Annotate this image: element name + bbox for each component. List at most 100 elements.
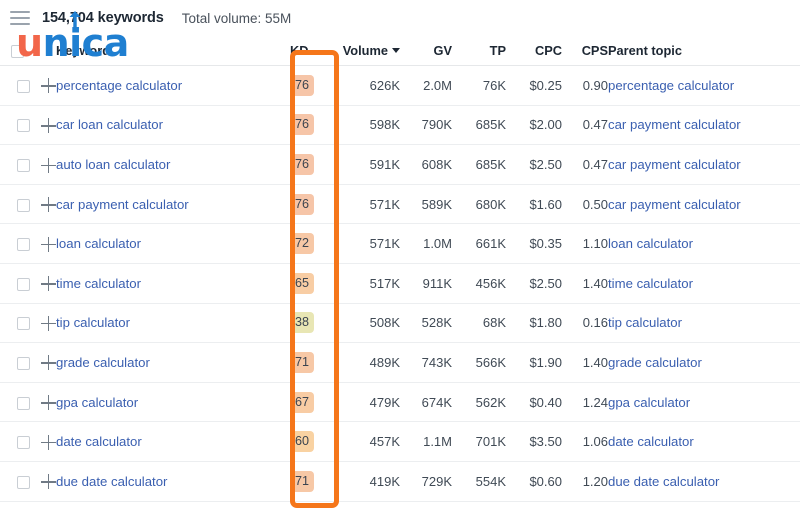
plus-icon[interactable] xyxy=(41,276,56,291)
row-checkbox[interactable] xyxy=(17,159,30,172)
plus-icon[interactable] xyxy=(41,395,56,410)
plus-icon[interactable] xyxy=(41,197,56,212)
table-row[interactable]: grade calculator71489K743K566K$1.901.40g… xyxy=(0,343,800,383)
gv-cell: 589K xyxy=(400,184,452,224)
kd-cell: 72 xyxy=(290,224,338,264)
row-checkbox[interactable] xyxy=(17,119,30,132)
cpc-cell: $3.50 xyxy=(506,422,562,462)
keyword-cell: grade calculator xyxy=(56,343,290,383)
keyword-cell: auto loan calculator xyxy=(56,145,290,185)
column-header-keyword[interactable]: Keyword xyxy=(56,36,290,66)
column-header-parent-topic[interactable]: Parent topic xyxy=(608,36,800,66)
row-select-cell xyxy=(0,422,30,462)
keyword-cell: time calculator xyxy=(56,263,290,303)
keyword-link[interactable]: gpa calculator xyxy=(56,395,138,410)
plus-icon[interactable] xyxy=(41,435,56,450)
tp-cell: 680K xyxy=(452,184,506,224)
parent-topic-cell: time calculator xyxy=(608,263,800,303)
plus-icon[interactable] xyxy=(41,237,56,252)
table-row[interactable]: gpa calculator67479K674K562K$0.401.24gpa… xyxy=(0,382,800,422)
parent-topic-link[interactable]: car payment calculator xyxy=(608,117,741,132)
parent-topic-link[interactable]: due date calculator xyxy=(608,474,719,489)
row-checkbox[interactable] xyxy=(17,397,30,410)
keyword-link[interactable]: date calculator xyxy=(56,434,142,449)
tp-cell: 701K xyxy=(452,422,506,462)
row-checkbox[interactable] xyxy=(17,278,30,291)
cps-cell: 0.16 xyxy=(562,303,608,343)
keyword-link[interactable]: time calculator xyxy=(56,276,141,291)
parent-topic-link[interactable]: car payment calculator xyxy=(608,197,741,212)
plus-icon[interactable] xyxy=(41,316,56,331)
keyword-link[interactable]: loan calculator xyxy=(56,236,141,251)
table-row[interactable]: auto loan calculator76591K608K685K$2.500… xyxy=(0,145,800,185)
cps-cell: 0.50 xyxy=(562,184,608,224)
parent-topic-cell: car payment calculator xyxy=(608,145,800,185)
keyword-link[interactable]: car payment calculator xyxy=(56,197,189,212)
table-row[interactable]: due date calculator71419K729K554K$0.601.… xyxy=(0,461,800,501)
select-all-header xyxy=(0,36,30,66)
row-checkbox[interactable] xyxy=(17,436,30,449)
plus-icon[interactable] xyxy=(41,158,56,173)
row-checkbox[interactable] xyxy=(17,476,30,489)
keywords-table: Keyword KD Volume GV TP CPC CPS Parent t… xyxy=(0,36,800,502)
plus-icon[interactable] xyxy=(41,118,56,133)
row-select-cell xyxy=(0,145,30,185)
row-checkbox[interactable] xyxy=(17,199,30,212)
keyword-link[interactable]: car loan calculator xyxy=(56,117,163,132)
table-row[interactable]: tip calculator38508K528K68K$1.800.16tip … xyxy=(0,303,800,343)
table-row[interactable]: car loan calculator76598K790K685K$2.000.… xyxy=(0,105,800,145)
keyword-link[interactable]: grade calculator xyxy=(56,355,150,370)
parent-topic-link[interactable]: grade calculator xyxy=(608,355,702,370)
hamburger-line xyxy=(10,11,30,13)
sort-desc-caret-icon[interactable] xyxy=(392,48,400,53)
keyword-cell: due date calculator xyxy=(56,461,290,501)
column-header-volume[interactable]: Volume xyxy=(338,36,400,66)
cpc-cell: $1.90 xyxy=(506,343,562,383)
keyword-link[interactable]: due date calculator xyxy=(56,474,167,489)
kd-badge: 76 xyxy=(290,194,314,215)
kd-badge: 65 xyxy=(290,273,314,294)
parent-topic-link[interactable]: gpa calculator xyxy=(608,395,690,410)
kd-cell: 76 xyxy=(290,145,338,185)
column-header-cpc[interactable]: CPC xyxy=(506,36,562,66)
row-expand-cell xyxy=(30,303,56,343)
column-header-kd[interactable]: KD xyxy=(290,36,338,66)
volume-cell: 517K xyxy=(338,263,400,303)
column-header-tp[interactable]: TP xyxy=(452,36,506,66)
row-checkbox[interactable] xyxy=(17,80,30,93)
table-row[interactable]: car payment calculator76571K589K680K$1.6… xyxy=(0,184,800,224)
parent-topic-cell: grade calculator xyxy=(608,343,800,383)
row-checkbox[interactable] xyxy=(17,357,30,370)
parent-topic-link[interactable]: date calculator xyxy=(608,434,694,449)
keyword-link[interactable]: percentage calculator xyxy=(56,78,182,93)
row-expand-cell xyxy=(30,224,56,264)
table-row[interactable]: time calculator65517K911K456K$2.501.40ti… xyxy=(0,263,800,303)
plus-icon[interactable] xyxy=(41,78,56,93)
keyword-link[interactable]: tip calculator xyxy=(56,315,130,330)
column-header-gv[interactable]: GV xyxy=(400,36,452,66)
row-checkbox[interactable] xyxy=(17,317,30,330)
hamburger-menu-icon[interactable] xyxy=(10,11,30,25)
table-row[interactable]: loan calculator72571K1.0M661K$0.351.10lo… xyxy=(0,224,800,264)
parent-topic-link[interactable]: time calculator xyxy=(608,276,693,291)
cps-cell: 1.24 xyxy=(562,382,608,422)
parent-topic-link[interactable]: car payment calculator xyxy=(608,157,741,172)
parent-topic-link[interactable]: percentage calculator xyxy=(608,78,734,93)
kd-cell: 71 xyxy=(290,343,338,383)
kd-cell: 76 xyxy=(290,105,338,145)
table-row[interactable]: percentage calculator76626K2.0M76K$0.250… xyxy=(0,66,800,106)
column-header-cps[interactable]: CPS xyxy=(562,36,608,66)
plus-icon[interactable] xyxy=(41,355,56,370)
table-row[interactable]: date calculator60457K1.1M701K$3.501.06da… xyxy=(0,422,800,462)
select-all-checkbox[interactable] xyxy=(11,45,24,58)
row-expand-cell xyxy=(30,145,56,185)
row-checkbox[interactable] xyxy=(17,238,30,251)
kd-cell: 76 xyxy=(290,184,338,224)
keyword-cell: date calculator xyxy=(56,422,290,462)
gv-cell: 528K xyxy=(400,303,452,343)
parent-topic-link[interactable]: tip calculator xyxy=(608,315,682,330)
parent-topic-link[interactable]: loan calculator xyxy=(608,236,693,251)
keyword-link[interactable]: auto loan calculator xyxy=(56,157,170,172)
plus-icon[interactable] xyxy=(41,474,56,489)
top-bar: 154,704 keywords Total volume: 55M xyxy=(0,0,800,36)
